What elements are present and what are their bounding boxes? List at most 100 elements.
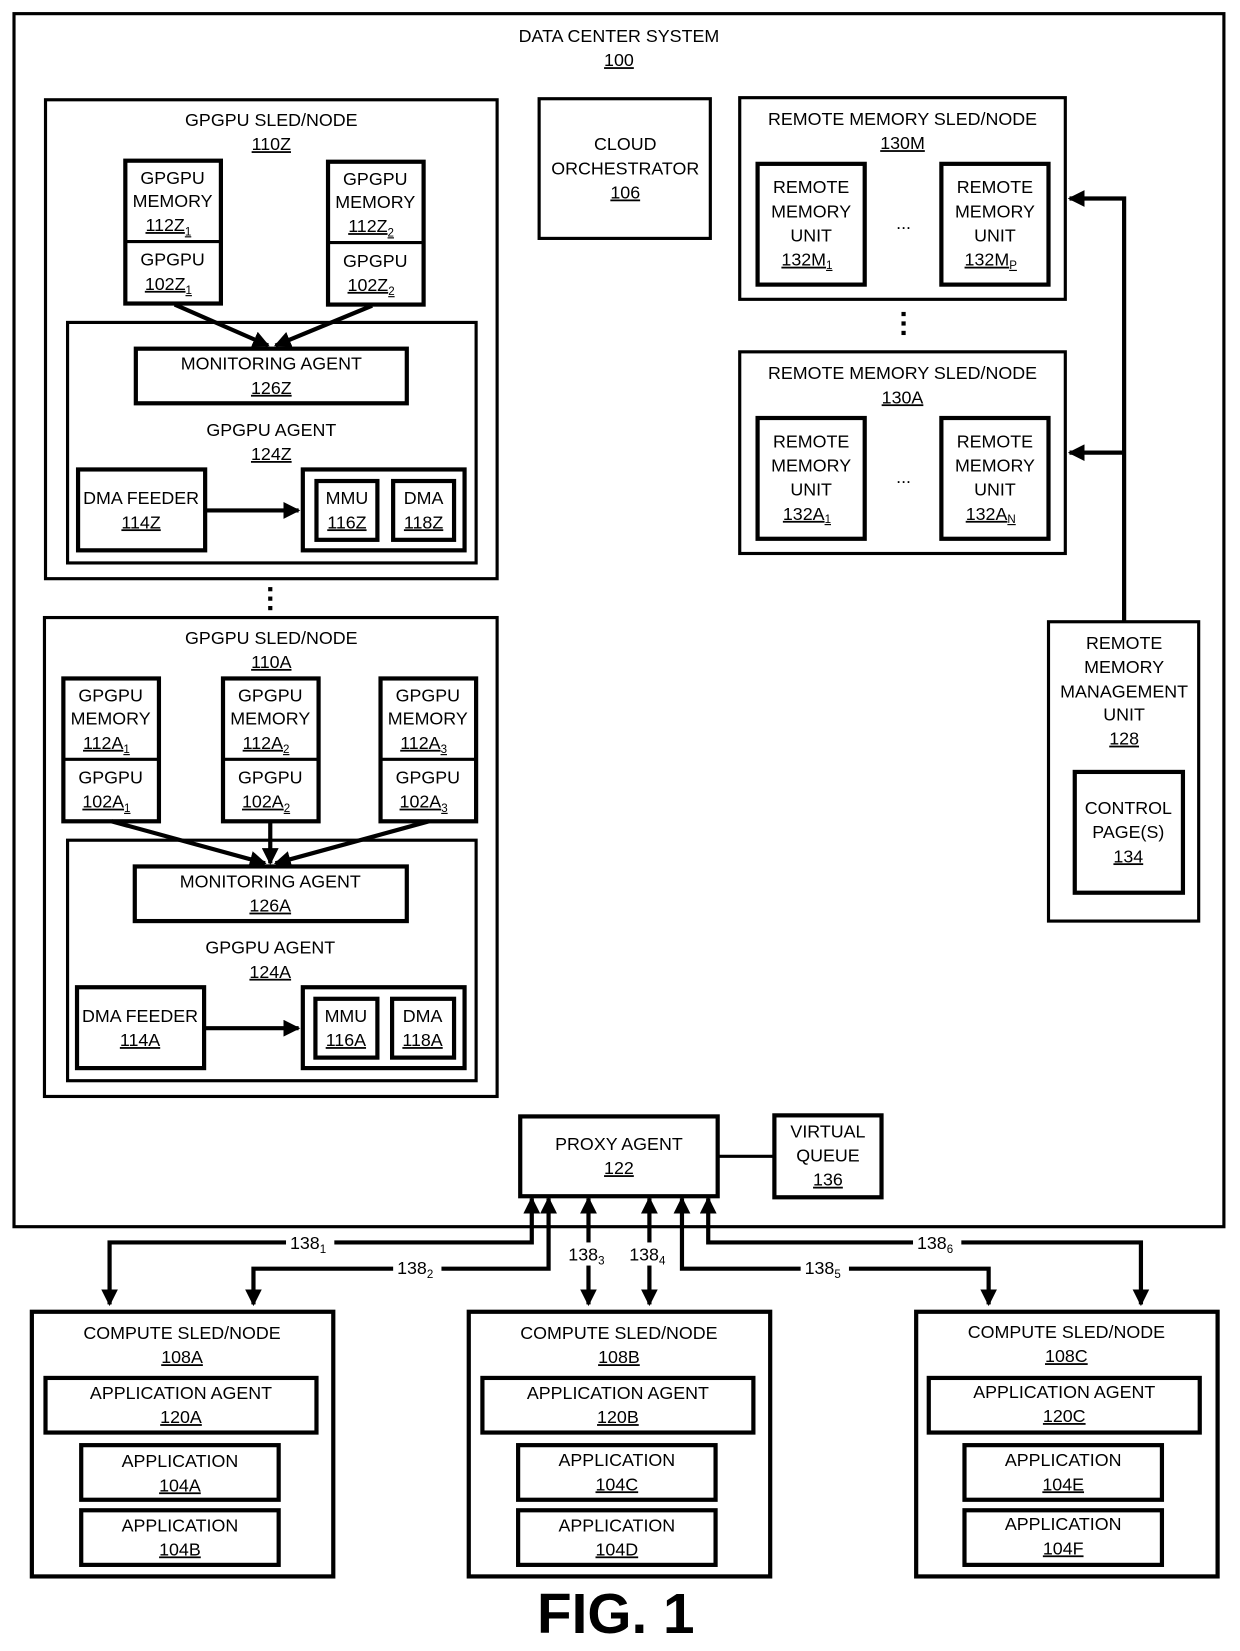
proxy-agent-ref: 122 xyxy=(604,1158,634,1178)
application-agent-ref: 120C xyxy=(1043,1406,1086,1426)
application-label: APPLICATION xyxy=(1005,1450,1122,1470)
rmmu-label: UNIT xyxy=(1103,704,1145,724)
remote-memory-unit-label: UNIT xyxy=(974,480,1016,500)
gpgpu-ref: 102A3 xyxy=(400,792,448,815)
rmmu-label: MANAGEMENT xyxy=(1060,681,1188,701)
control-pages-label: PAGE(S) xyxy=(1092,822,1164,842)
cloud-orchestrator-ref: 106 xyxy=(610,182,640,202)
compute-sled-title: COMPUTE SLED/NODE xyxy=(968,1322,1165,1342)
figure-label: FIG. 1 xyxy=(537,1583,695,1646)
gpgpu-agent-label: GPGPU AGENT xyxy=(206,420,336,440)
gpgpu-agent: MONITORING AGENT 126Z GPGPU AGENT 124Z D… xyxy=(65,320,478,565)
compute-sled-ref: 108C xyxy=(1045,1346,1088,1366)
vertical-ellipsis xyxy=(268,587,273,611)
remote-memory-unit-label: MEMORY xyxy=(771,456,851,476)
application-ref: 104E xyxy=(1042,1474,1084,1494)
remote-memory-management-unit: REMOTE MEMORY MANAGEMENT UNIT 128 CONTRO… xyxy=(1046,620,1201,923)
monitoring-agent-label: MONITORING AGENT xyxy=(181,354,362,374)
compute-sled-ref: 108A xyxy=(161,1347,203,1367)
application-agent-ref: 120B xyxy=(597,1407,639,1427)
gpgpu-memory-label: MEMORY xyxy=(71,709,151,729)
gpgpu-memory-ref: 112Z1 xyxy=(145,215,191,238)
rmmu-label: REMOTE xyxy=(1086,633,1162,653)
dma-feeder xyxy=(74,985,207,1071)
remote-memory-unit-label: UNIT xyxy=(790,480,832,500)
virtual-queue-label: QUEUE xyxy=(796,1146,860,1166)
compute-sled-title: COMPUTE SLED/NODE xyxy=(83,1323,280,1343)
gpgpu-memory-ref: 112A1 xyxy=(83,733,130,756)
gpgpu-sled-110z: GPGPU SLED/NODE 110Z GPGPU MEMORY 112Z1 … xyxy=(43,98,499,581)
gpgpu-label: GPGPU xyxy=(343,251,407,271)
gpgpu-memory-ref: 112A3 xyxy=(400,733,447,756)
mmu-label: MMU xyxy=(325,1006,368,1026)
remote-memory-unit-label: MEMORY xyxy=(955,201,1035,221)
gpgpu-label: GPGPU xyxy=(238,767,302,787)
gpgpu-memory-ref: 112Z2 xyxy=(348,216,394,239)
cloud-orchestrator-line-2: ORCHESTRATOR xyxy=(551,158,699,178)
remote-memory-unit-ref: 132M1 xyxy=(781,250,832,272)
gpgpu-label: GPGPU xyxy=(78,767,142,787)
dma-feeder-ref: 114A xyxy=(120,1030,160,1050)
application-label: APPLICATION xyxy=(1005,1514,1122,1534)
remote-memory-sled-ref: 130A xyxy=(882,387,924,407)
remote-memory-unit-label: REMOTE xyxy=(957,177,1033,197)
dma-label: DMA xyxy=(404,488,444,508)
application-ref: 104B xyxy=(159,1539,201,1559)
dma-feeder-label: DMA FEEDER xyxy=(82,1006,198,1026)
monitoring-agent-label: MONITORING AGENT xyxy=(180,871,361,891)
control-pages: CONTROL PAGE(S) 134 xyxy=(1072,769,1186,895)
virtual-queue-label: VIRTUAL xyxy=(790,1121,865,1141)
remote-memory-unit-label: UNIT xyxy=(974,226,1016,246)
compute-sled-title: COMPUTE SLED/NODE xyxy=(520,1323,717,1343)
vertical-ellipsis xyxy=(901,311,906,336)
remote-memory-sled-ref: 130M xyxy=(880,133,925,153)
gpgpu-sled-110a: GPGPU SLED/NODE 110A GPGPU MEMORY 112A1 … xyxy=(42,615,499,1099)
application-ref: 104D xyxy=(596,1539,639,1559)
monitoring-agent-ref: 126A xyxy=(249,896,291,916)
gpgpu-ref: 102Z1 xyxy=(145,274,192,297)
gpgpu-stack: GPGPU MEMORY 112Z1 GPGPU 102Z1 xyxy=(123,158,224,306)
gpgpu-agent: MONITORING AGENT 126A GPGPU AGENT 124A D… xyxy=(65,838,478,1083)
remote-memory-unit: REMOTE MEMORY UNIT 132M1 xyxy=(755,161,867,287)
system-title: DATA CENTER SYSTEM xyxy=(519,26,720,46)
gpgpu-stack: GPGPU MEMORY 112A2 GPGPU 102A2 xyxy=(220,676,321,824)
mmu-ref: 116A xyxy=(326,1030,366,1050)
remote-memory-unit-label: REMOTE xyxy=(773,177,849,197)
application-ref: 104A xyxy=(159,1475,201,1495)
application-ref: 104C xyxy=(596,1474,639,1494)
gpgpu-memory-label: GPGPU xyxy=(396,686,460,706)
rmmu-ref: 128 xyxy=(1109,729,1139,749)
dma-ref: 118Z xyxy=(404,512,443,532)
gpgpu-ref: 102A1 xyxy=(82,792,130,815)
remote-memory-sled-130m: REMOTE MEMORY SLED/NODE 130M REMOTE MEMO… xyxy=(738,96,1067,301)
gpgpu-memory-label: GPGPU xyxy=(140,168,204,188)
remote-memory-sled-130a: REMOTE MEMORY SLED/NODE 130A REMOTE MEMO… xyxy=(738,350,1067,556)
remote-memory-unit: REMOTE MEMORY UNIT 132MP xyxy=(939,161,1051,287)
virtual-queue-ref: 136 xyxy=(813,1170,843,1190)
gpgpu-memory-label: MEMORY xyxy=(133,191,213,211)
compute-sled-108b: COMPUTE SLED/NODE 108B APPLICATION AGENT… xyxy=(466,1309,773,1579)
application-label: APPLICATION xyxy=(559,1515,676,1535)
gpgpu-memory-ref: 112A2 xyxy=(243,733,290,756)
application-ref: 104F xyxy=(1043,1538,1084,1558)
gpgpu-sled-title: GPGPU SLED/NODE xyxy=(185,628,358,648)
gpgpu-memory-label: GPGPU xyxy=(238,686,302,706)
application-agent-label: APPLICATION AGENT xyxy=(973,1382,1155,1402)
mmu-ref: 116Z xyxy=(327,512,366,532)
compute-sled-ref: 108B xyxy=(598,1347,640,1367)
compute-sled-108c: COMPUTE SLED/NODE 108C APPLICATION AGENT… xyxy=(914,1309,1220,1579)
diagram-canvas: DATA CENTER SYSTEM 100 CLOUD ORCHESTRATO… xyxy=(12,12,1226,1646)
remote-memory-unit-label: MEMORY xyxy=(955,456,1035,476)
dma-label: DMA xyxy=(403,1006,443,1026)
control-pages-label: CONTROL xyxy=(1085,798,1172,818)
gpgpu-sled-ref: 110Z xyxy=(252,134,291,154)
remote-memory-unit-label: MEMORY xyxy=(771,201,851,221)
system-ref: 100 xyxy=(604,50,634,70)
gpgpu-ref: 102Z2 xyxy=(348,275,395,298)
application-label: APPLICATION xyxy=(122,1451,239,1471)
remote-memory-unit-label: REMOTE xyxy=(773,431,849,451)
horizontal-ellipsis: ... xyxy=(896,467,911,487)
cloud-orchestrator: CLOUD ORCHESTRATOR 106 xyxy=(537,97,712,240)
gpgpu-memory-label: MEMORY xyxy=(335,192,415,212)
remote-memory-unit: REMOTE MEMORY UNIT 132AN xyxy=(939,415,1051,541)
